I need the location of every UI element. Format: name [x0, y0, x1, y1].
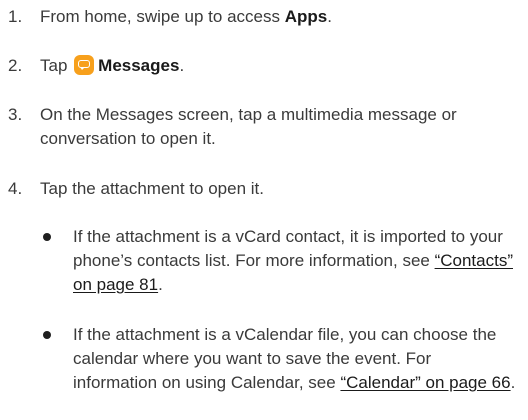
step-number: 2. — [8, 56, 23, 75]
step-number: 3. — [8, 105, 23, 124]
step-2: 2. Tap Messages. — [0, 54, 528, 78]
step-text: Tap the attachment to open it. — [40, 179, 264, 198]
bullet-vcalendar: If the attachment is a vCalendar file, y… — [40, 323, 528, 395]
messages-label: Messages — [98, 56, 180, 75]
step-text: Tap Messages. — [40, 54, 528, 78]
step-4: 4. Tap the attachment to open it. — [0, 177, 528, 201]
step-text-prefix: From home, swipe up to access — [40, 7, 285, 26]
apps-label: Apps — [284, 7, 328, 26]
step-text-suffix: . — [179, 56, 185, 75]
bullet-vcard: If the attachment is a vCard contact, it… — [40, 225, 528, 297]
messages-app-icon — [74, 55, 95, 75]
calendar-page-link[interactable]: “Calendar” on page 66 — [340, 373, 510, 392]
bullet-text: If the attachment is a vCard contact, it… — [73, 225, 528, 297]
step-text-suffix: . — [327, 7, 332, 26]
step-text-prefix: Tap — [40, 56, 68, 75]
bullet-icon — [40, 323, 73, 395]
step-text: From home, swipe up to access Apps. — [40, 5, 528, 29]
bullet-icon — [40, 225, 73, 297]
step-text: On the Messages screen, tap a multimedia… — [40, 105, 457, 148]
bullet-text: If the attachment is a vCalendar file, y… — [73, 323, 528, 395]
bullet-suffix: . — [158, 275, 163, 294]
step-number: 4. — [8, 179, 23, 198]
step-1: 1. From home, swipe up to access Apps. — [0, 5, 528, 29]
step-number: 1. — [8, 7, 23, 26]
step-3: 3. On the Messages screen, tap a multime… — [0, 103, 528, 151]
bullet-suffix: . — [510, 373, 516, 392]
